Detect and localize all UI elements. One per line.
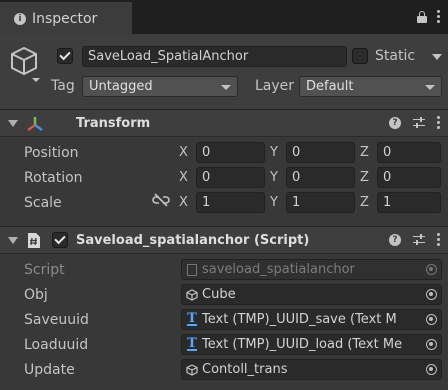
position-z-field[interactable]: 0 (377, 142, 441, 163)
gameobject-cube-icon[interactable] (8, 44, 40, 84)
axis-x-label[interactable]: X (179, 145, 188, 160)
script-enabled-checkbox[interactable] (52, 232, 68, 248)
script-component-tools: ? (389, 233, 440, 246)
static-checkbox[interactable] (352, 48, 368, 64)
rotation-x-field[interactable]: 0 (196, 167, 265, 188)
axis-z-label[interactable]: Z (360, 195, 369, 210)
tmp-text-icon: T (187, 335, 197, 351)
transform-header[interactable]: Transform ? (0, 109, 448, 137)
chevron-down-icon (221, 85, 231, 90)
static-dropdown-icon[interactable] (432, 54, 442, 60)
constrain-proportions-icon[interactable] (152, 193, 170, 207)
axis-z-label[interactable]: Z (360, 145, 369, 160)
layer-dropdown[interactable]: Default (299, 76, 442, 97)
tab-inspector-label: Inspector (32, 11, 98, 27)
tab-inspector[interactable]: i Inspector (0, 2, 132, 34)
field-label-obj: Obj (24, 287, 48, 303)
info-icon: i (14, 13, 26, 25)
gameobject-icon (186, 363, 198, 376)
tmp-text-icon: T (187, 310, 197, 326)
axis-z-label[interactable]: Z (360, 170, 369, 185)
script-reference-field: saveload_spatialanchor (181, 259, 442, 280)
more-options-icon[interactable] (437, 233, 440, 246)
rotation-z-field[interactable]: 0 (377, 167, 441, 188)
foldout-arrow-icon[interactable] (8, 237, 18, 244)
tag-dropdown[interactable]: Untagged (82, 76, 238, 97)
axis-x-label[interactable]: X (179, 170, 188, 185)
help-icon[interactable]: ? (389, 116, 401, 129)
scale-z-field[interactable]: 1 (377, 192, 441, 213)
foldout-arrow-icon[interactable] (8, 120, 18, 127)
scale-label: Scale (24, 195, 62, 211)
script-reference-value: saveload_spatialanchor (202, 262, 355, 277)
saveuuid-field[interactable]: T Text (TMP)_UUID_save (Text M (181, 309, 442, 330)
saveuuid-value: Text (TMP)_UUID_save (Text M (202, 312, 397, 327)
position-label: Position (24, 145, 79, 161)
tab-strip: i Inspector (0, 0, 448, 34)
axis-y-label[interactable]: Y (270, 195, 278, 210)
transform-title: Transform (76, 116, 151, 131)
layer-label: Layer (255, 78, 295, 94)
rotation-label: Rotation (24, 170, 83, 186)
field-label-saveuuid: Saveuuid (24, 312, 89, 328)
more-options-icon[interactable] (437, 116, 440, 129)
transform-tools: ? (389, 116, 440, 129)
update-value: Contoll_trans (202, 362, 288, 377)
script-file-icon (186, 263, 198, 276)
inspector-panel: SaveLoad_SpatialAnchor Static Tag Untagg… (0, 34, 448, 390)
field-label-loaduuid: Loaduuid (24, 337, 89, 353)
loaduuid-field[interactable]: T Text (TMP)_UUID_load (Text Me (181, 334, 442, 355)
presets-icon[interactable] (413, 233, 425, 246)
rotation-y-field[interactable]: 0 (286, 167, 355, 188)
chevron-down-icon (425, 85, 435, 90)
gameobject-header: SaveLoad_SpatialAnchor Static Tag Untagg… (0, 34, 448, 110)
axis-x-label[interactable]: X (179, 195, 188, 210)
axis-y-label[interactable]: Y (270, 170, 278, 185)
presets-icon[interactable] (413, 116, 425, 129)
position-y-field[interactable]: 0 (286, 142, 355, 163)
lock-icon[interactable] (417, 10, 427, 23)
object-picker-icon[interactable] (426, 364, 437, 375)
layer-value: Default (306, 79, 354, 94)
obj-field[interactable]: Cube (181, 284, 442, 305)
tag-value: Untagged (89, 79, 153, 94)
gameobject-active-checkbox[interactable] (57, 48, 73, 64)
script-component-title: Saveload_spatialanchor (Script) (76, 233, 310, 248)
tab-tools (417, 10, 440, 23)
more-options-icon[interactable] (437, 10, 440, 23)
scale-x-field[interactable]: 1 (196, 192, 265, 213)
axis-y-label[interactable]: Y (270, 145, 278, 160)
static-label: Static (375, 48, 416, 64)
object-picker-icon[interactable] (426, 289, 437, 300)
transform-axes-icon (27, 117, 43, 132)
gameobject-icon (186, 288, 198, 301)
field-label-script: Script (24, 262, 65, 278)
tag-label: Tag (51, 78, 75, 94)
scale-y-field[interactable]: 1 (286, 192, 355, 213)
object-picker-icon[interactable] (426, 314, 437, 325)
object-picker-icon[interactable] (426, 339, 437, 350)
help-icon[interactable]: ? (389, 233, 401, 246)
csharp-script-icon (28, 233, 40, 248)
position-x-field[interactable]: 0 (196, 142, 265, 163)
update-field[interactable]: Contoll_trans (181, 359, 442, 380)
field-label-update: Update (24, 362, 75, 378)
obj-value: Cube (202, 287, 236, 302)
loaduuid-value: Text (TMP)_UUID_load (Text Me (202, 337, 403, 352)
object-picker-icon (426, 264, 437, 275)
script-component-header[interactable]: Saveload_spatialanchor (Script) ? (0, 226, 448, 254)
gameobject-name-field[interactable]: SaveLoad_SpatialAnchor (82, 46, 347, 67)
